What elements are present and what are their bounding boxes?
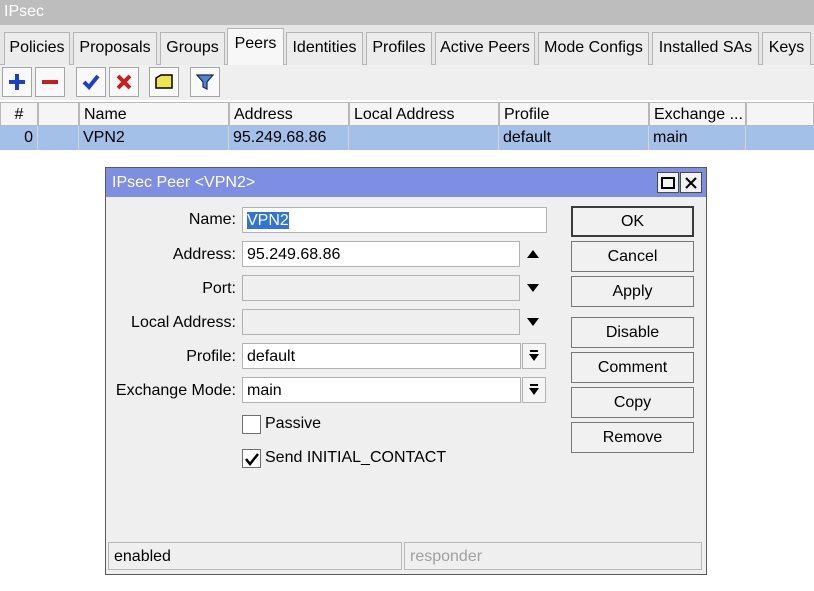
tab-bar: Policies Proposals Groups Peers Identiti… [0,25,814,66]
disable-button[interactable] [109,67,139,97]
profile-select[interactable]: default [242,343,521,369]
comment-icon [155,74,173,89]
remove-button[interactable]: Remove [571,422,694,453]
row-exchange: main [649,126,746,150]
column-flag[interactable] [38,102,79,126]
profile-label: Profile: [186,348,236,365]
comment-button[interactable]: Comment [571,352,694,383]
minus-icon [42,80,58,84]
column-name[interactable]: Name [79,102,229,126]
tab-keys[interactable]: Keys [762,32,811,66]
row-local-address [349,126,499,150]
status-responder: responder [404,542,702,570]
cross-icon [116,74,132,90]
name-field[interactable]: VPN2 [242,207,547,233]
local-address-field[interactable] [242,309,520,335]
copy-button[interactable]: Copy [571,387,694,418]
row-address: 95.249.68.86 [229,126,349,150]
address-field[interactable]: 95.249.68.86 [242,241,520,267]
dropdown-arrow-icon [529,350,539,361]
address-label: Address: [172,246,236,263]
exchange-mode-dropdown-button[interactable] [522,377,546,403]
row-name: VPN2 [79,126,229,150]
maximize-button[interactable] [657,172,679,193]
window-title: IPsec [0,0,814,25]
tab-active-peers[interactable]: Active Peers [435,32,535,66]
disable-button[interactable]: Disable [571,317,694,348]
triangle-down-icon [527,284,539,292]
filter-icon [196,74,214,90]
tab-peers[interactable]: Peers [227,28,284,66]
column-profile[interactable]: Profile [499,102,649,126]
initial-contact-checkbox[interactable] [242,449,261,468]
triangle-up-icon [527,250,539,258]
tab-profiles[interactable]: Profiles [366,32,432,66]
column-exchange[interactable]: Exchange ... [649,102,746,126]
tab-policies[interactable]: Policies [4,32,70,66]
peer-dialog: IPsec Peer <VPN2> Name: VPN2 Address: 95… [105,167,707,575]
maximize-icon [661,176,675,189]
plus-icon [9,74,25,90]
dialog-title: IPsec Peer <VPN2> [106,168,706,197]
local-address-expand-button[interactable] [523,309,543,335]
tab-identities[interactable]: Identities [286,32,363,66]
tab-proposals[interactable]: Proposals [73,32,157,66]
filter-button[interactable] [190,67,220,97]
triangle-down-icon [527,318,539,326]
passive-checkbox[interactable] [242,415,261,434]
exchange-mode-select[interactable]: main [242,377,521,403]
cancel-button[interactable]: Cancel [571,241,694,272]
column-local-address[interactable]: Local Address [349,102,499,126]
port-expand-button[interactable] [523,275,543,301]
tab-groups[interactable]: Groups [160,32,225,66]
ok-button[interactable]: OK [571,206,694,237]
enable-button[interactable] [76,67,106,97]
column-address[interactable]: Address [229,102,349,126]
passive-label: Passive [265,415,322,432]
column-filler [746,102,814,126]
name-value: VPN2 [247,212,289,229]
tab-installed-sas[interactable]: Installed SAs [652,32,759,66]
name-label: Name: [188,211,236,228]
table-header: # Name Address Local Address Profile Exc… [0,102,814,126]
toolbar [0,65,814,100]
apply-button[interactable]: Apply [571,276,694,307]
port-label: Port: [202,280,236,297]
column-number[interactable]: # [0,102,38,126]
profile-dropdown-button[interactable] [522,343,546,369]
remove-button[interactable] [35,67,65,97]
close-icon [685,176,697,189]
local-address-label: Local Address: [131,314,236,331]
comment-button[interactable] [149,67,179,97]
status-enabled: enabled [108,542,402,570]
check-icon [82,74,100,90]
tab-mode-configs[interactable]: Mode Configs [538,32,649,66]
dropdown-arrow-icon [529,384,539,395]
table-row[interactable]: 0 VPN2 95.249.68.86 default main [0,126,814,150]
row-number: 0 [0,126,38,150]
checkmark-icon [244,452,259,466]
add-button[interactable] [2,67,32,97]
initial-contact-label: Send INITIAL_CONTACT [265,449,447,466]
address-expand-button[interactable] [523,241,543,267]
exchange-mode-label: Exchange Mode: [115,382,236,399]
row-profile: default [499,126,649,150]
row-flag [38,126,79,150]
close-button[interactable] [680,172,702,193]
port-field[interactable] [242,275,520,301]
